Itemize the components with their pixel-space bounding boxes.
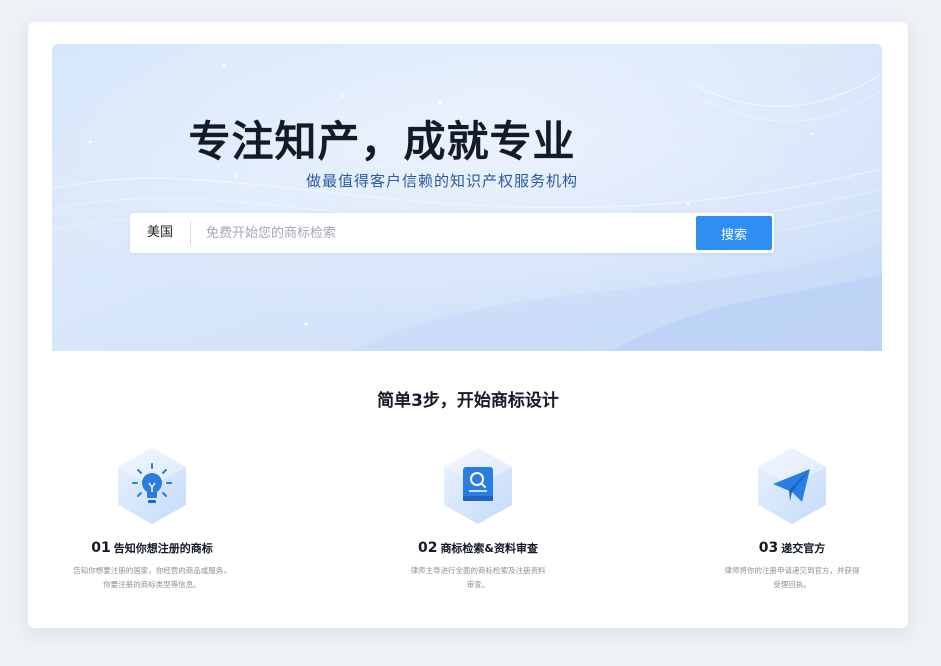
step-item-1: 01 告知你想注册的商标 告知你想要注册的国家，你经营的商品或服务，你要注册的商标… [52, 446, 252, 592]
step-number: 01 [91, 540, 111, 556]
page-card: 专注知产，成就专业 做最值得客户信赖的知识产权服务机构 美国 搜索 简单3步，开… [28, 22, 908, 628]
trademark-search-input[interactable] [206, 213, 686, 253]
paper-plane-icon [756, 446, 828, 526]
step-item-3: 03 递交官方 律师将你的注册申请递交到官方，并获得受理回执。 [692, 446, 892, 592]
step-title-text: 商标检索&资料审查 [440, 542, 539, 555]
lightbulb-icon [116, 446, 188, 526]
step-description: 告知你想要注册的国家，你经营的商品或服务，你要注册的商标类型等信息。 [73, 566, 231, 589]
step-title: 03 递交官方 [692, 540, 892, 556]
hero-background-decoration [52, 44, 882, 351]
step-description: 律师主导进行全面的商标检索及注册资料审查。 [410, 566, 546, 589]
search-document-icon [442, 446, 514, 526]
step-title-text: 递交官方 [781, 542, 826, 555]
steps-section-title: 简单3步，开始商标设计 [377, 391, 559, 411]
hero-banner: 专注知产，成就专业 做最值得客户信赖的知识产权服务机构 美国 搜索 [52, 44, 882, 351]
search-button[interactable]: 搜索 [696, 216, 772, 250]
step-description: 律师将你的注册申请递交到官方，并获得受理回执。 [724, 566, 860, 589]
country-selector[interactable]: 美国 [130, 213, 190, 253]
step-title-text: 告知你想注册的商标 [113, 542, 213, 555]
step-number: 02 [417, 540, 438, 556]
step-item-2: 02 商标检索&资料审查 律师主导进行全面的商标检索及注册资料审查。 [378, 446, 578, 592]
step-title: 01 告知你想注册的商标 [52, 540, 252, 556]
trademark-search-bar: 美国 搜索 [130, 213, 774, 253]
step-number: 03 [758, 540, 779, 556]
step-title: 02 商标检索&资料审查 [378, 540, 578, 556]
hero-title: 专注知产，成就专业 [188, 117, 576, 166]
hero-subtitle: 做最值得客户信赖的知识产权服务机构 [305, 172, 578, 190]
search-divider [190, 221, 191, 245]
